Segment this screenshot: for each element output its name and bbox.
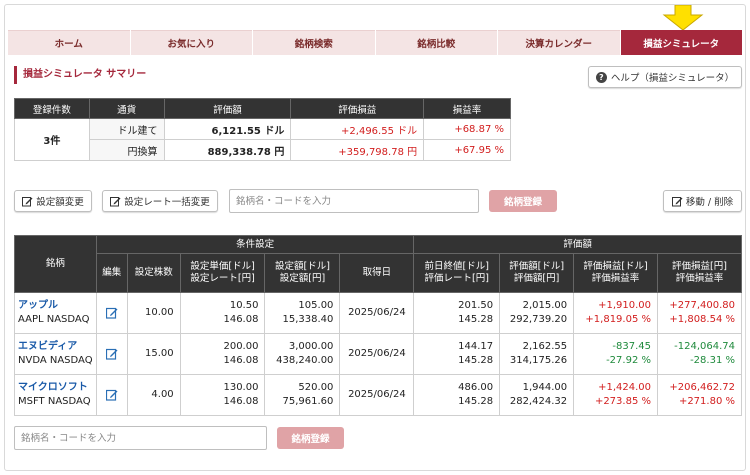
edit-icon (110, 196, 121, 206)
edit-icon (22, 196, 33, 206)
main-tabs: ホーム お気に入り 銘柄検索 銘柄比較 決算カレンダー 損益シミュレータ (8, 30, 742, 55)
stock-code: NVDA NASDAQ (18, 355, 93, 366)
edit-icon (671, 196, 683, 206)
stock-cell: マイクロソフト MSFT NASDAQ (14, 374, 97, 416)
tab-earnings-calendar[interactable]: 決算カレンダー (498, 30, 620, 55)
col-edit: 編集 (95, 253, 128, 293)
header-value: 評価額 (163, 98, 292, 119)
shares: 10.00 (126, 292, 181, 334)
change-amount-label: 設定額変更 (36, 197, 84, 208)
edit-icon[interactable] (105, 307, 118, 319)
pl-usd: +1,910.00 +1,819.05 % (573, 292, 658, 334)
edit-cell (95, 374, 128, 416)
col-valuation: 評価額[ドル] 評価額[円] (499, 253, 575, 293)
header-count: 登録件数 (14, 98, 90, 119)
set-amount: 105.00 15,338.40 (264, 292, 341, 334)
stock-cell: エヌビディア NVDA NASDAQ (14, 333, 97, 375)
edit-icon[interactable] (105, 348, 118, 360)
stock-name-link[interactable]: マイクロソフト (18, 381, 95, 395)
edit-cell (95, 333, 128, 375)
col-amount: 設定額[ドル] 設定額[円] (264, 253, 341, 293)
col-date: 取得日 (339, 253, 415, 293)
group-valuation: 評価額 (413, 235, 742, 254)
stock-code: AAPL NASDAQ (18, 314, 90, 325)
tab-stock-search[interactable]: 銘柄検索 (253, 30, 375, 55)
shares: 15.00 (126, 333, 181, 375)
col-pl-jpy: 評価損益[円] 評価損益率 (657, 253, 742, 293)
col-pl-usd: 評価損益[ドル] 評価損益率 (573, 253, 658, 293)
summary-row-jpy: 円換算 889,338.78 円 +359,798.78 円 +67.95 % (15, 139, 511, 161)
valuation: 2,015.00 292,739.20 (499, 292, 575, 334)
bottom-register-button[interactable]: 銘柄登録 (277, 427, 344, 449)
edit-cell (95, 292, 128, 334)
change-rate-button[interactable]: 設定レート一括変更 (102, 190, 218, 212)
header-currency: 通貨 (88, 98, 165, 119)
currency-label: 円換算 (88, 139, 165, 161)
tab-pl-simulator[interactable]: 損益シミュレータ (620, 30, 742, 55)
tab-home[interactable]: ホーム (8, 30, 130, 55)
tab-stock-compare[interactable]: 銘柄比較 (375, 30, 497, 55)
table-row: エヌビディア NVDA NASDAQ 15.00 200.00 146.08 3,… (14, 333, 742, 375)
question-icon: ? (595, 71, 607, 83)
change-amount-button[interactable]: 設定額変更 (14, 190, 92, 212)
table-row: マイクロソフト MSFT NASDAQ 4.00 130.00 146.08 52… (14, 374, 742, 416)
pl-jpy: -124,064.74 -28.31 % (657, 333, 742, 375)
stock-search-input[interactable] (229, 189, 479, 213)
move-delete-label: 移動 / 削除 (685, 197, 734, 208)
down-arrow-icon (662, 5, 704, 31)
col-stock: 銘柄 (14, 235, 97, 293)
help-button[interactable]: ? ヘルプ（損益シミュレータ） (588, 66, 742, 88)
pl-jpy: +277,400.80 +1,808.54 % (657, 292, 742, 334)
acquired-date: 2025/06/24 (339, 333, 415, 375)
set-amount: 3,000.00 438,240.00 (264, 333, 341, 375)
col-unit-price: 設定単価[ドル] 設定レート[円] (179, 253, 266, 293)
stock-code: MSFT NASDAQ (18, 396, 91, 407)
currency-label: ドル建て (88, 118, 165, 140)
help-label: ヘルプ（損益シミュレータ） (610, 73, 735, 84)
col-prev-close: 前日終値[ドル] 評価レート[円] (413, 253, 501, 293)
unit-price: 10.50 146.08 (179, 292, 266, 334)
total-pl: +359,798.78 円 (290, 139, 425, 161)
summary-row-usd: 3件 ドル建て 6,121.55 ドル +2,496.55 ドル +68.87 … (14, 118, 511, 161)
holdings-table: 銘柄 条件設定 評価額 編集 設定株数 設定単価[ドル] 設定レート[円] 設定額… (14, 235, 742, 416)
stock-name-link[interactable]: エヌビディア (18, 340, 95, 354)
stock-cell: アップル AAPL NASDAQ (14, 292, 97, 334)
total-rate: +67.95 % (423, 139, 511, 161)
acquired-date: 2025/06/24 (339, 374, 415, 416)
pl-jpy: +206,462.72 +271.80 % (657, 374, 742, 416)
pl-usd: -837.45 -27.92 % (573, 333, 658, 375)
move-delete-button[interactable]: 移動 / 削除 (663, 190, 742, 212)
header-pl: 評価損益 (290, 98, 425, 119)
stock-name-link[interactable]: アップル (18, 299, 95, 313)
change-rate-label: 設定レート一括変更 (124, 197, 210, 208)
pl-usd: +1,424.00 +273.85 % (573, 374, 658, 416)
edit-icon[interactable] (105, 389, 118, 401)
unit-price: 130.00 146.08 (179, 374, 266, 416)
prev-close: 486.00 145.28 (413, 374, 501, 416)
total-pl: +2,496.55 ドル (290, 118, 425, 140)
valuation: 1,944.00 282,424.32 (499, 374, 575, 416)
acquired-date: 2025/06/24 (339, 292, 415, 334)
summary-title: 損益シミュレータ サマリー (14, 66, 146, 84)
bottom-stock-search-input[interactable] (14, 426, 267, 450)
set-amount: 520.00 75,961.60 (264, 374, 341, 416)
registered-count: 3件 (14, 118, 90, 161)
group-conditions: 条件設定 (95, 235, 415, 254)
summary-table: 登録件数 通貨 評価額 評価損益 損益率 3件 ドル建て 6,121.55 ドル… (14, 98, 511, 161)
prev-close: 201.50 145.28 (413, 292, 501, 334)
shares: 4.00 (126, 374, 181, 416)
register-button[interactable]: 銘柄登録 (489, 190, 557, 212)
header-rate: 損益率 (423, 98, 511, 119)
total-rate: +68.87 % (423, 118, 511, 140)
total-value: 6,121.55 ドル (163, 118, 292, 140)
table-row: アップル AAPL NASDAQ 10.00 10.50 146.08 105.0… (14, 292, 742, 334)
tab-favorites[interactable]: お気に入り (130, 30, 252, 55)
col-shares: 設定株数 (126, 253, 181, 293)
total-value: 889,338.78 円 (163, 139, 292, 161)
prev-close: 144.17 145.28 (413, 333, 501, 375)
valuation: 2,162.55 314,175.26 (499, 333, 575, 375)
unit-price: 200.00 146.08 (179, 333, 266, 375)
